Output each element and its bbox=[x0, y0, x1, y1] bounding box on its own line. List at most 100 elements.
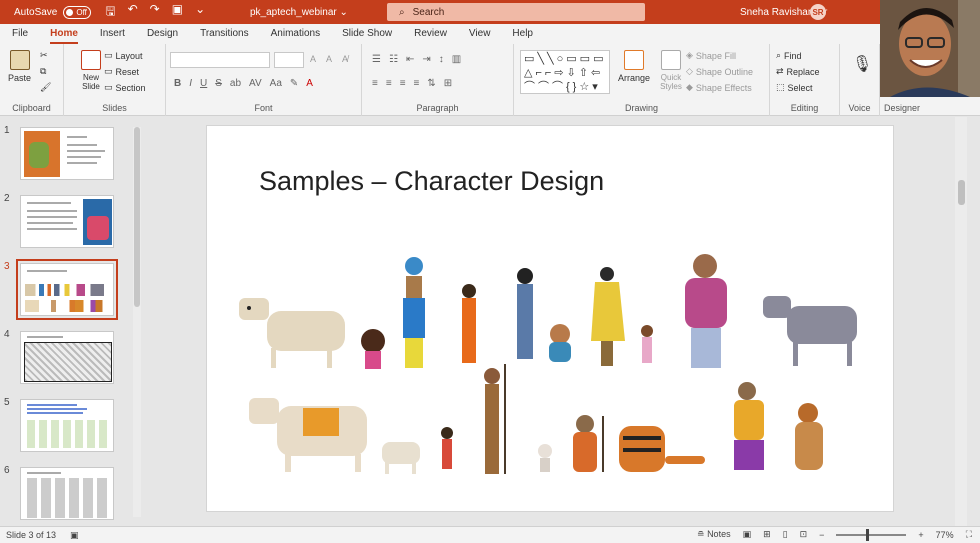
strikethrough-icon[interactable]: S bbox=[215, 78, 222, 89]
grow-font-icon[interactable]: A bbox=[310, 54, 316, 64]
spacing-icon[interactable]: AV bbox=[249, 78, 262, 89]
case-icon[interactable]: Aa bbox=[270, 78, 282, 89]
tab-file[interactable]: File bbox=[12, 24, 28, 44]
small-girl-illustration bbox=[441, 427, 453, 469]
copy-icon[interactable]: ⧉ bbox=[40, 66, 46, 77]
slide-thumbnail-4[interactable] bbox=[20, 331, 114, 384]
section-icon: ▭ bbox=[104, 82, 113, 92]
autosave-toggle[interactable]: Off bbox=[63, 5, 92, 19]
shape-fill-icon: ◈ bbox=[686, 50, 693, 60]
paste-button[interactable]: Paste bbox=[8, 50, 31, 83]
slideshow-view-icon[interactable]: ⊡ bbox=[800, 529, 808, 540]
editor-scroll-thumb[interactable] bbox=[958, 180, 965, 205]
accessibility-icon[interactable]: ▣ bbox=[70, 530, 79, 541]
ribbon-tabs: File Home Insert Design Transitions Anim… bbox=[0, 24, 980, 44]
undo-icon[interactable]: ↶ bbox=[128, 2, 138, 23]
bullets-icon[interactable]: ☰ bbox=[372, 54, 381, 65]
thumbnails-scrollbar[interactable] bbox=[133, 127, 141, 517]
select-icon: ⬚ bbox=[776, 82, 785, 92]
font-size-select[interactable] bbox=[274, 52, 304, 68]
tab-design[interactable]: Design bbox=[147, 24, 178, 44]
align-center-icon[interactable]: ≡ bbox=[386, 78, 392, 89]
slide-thumbnail-6[interactable] bbox=[20, 467, 114, 520]
bold-icon[interactable]: B bbox=[174, 78, 181, 89]
new-slide-button[interactable]: New Slide bbox=[74, 50, 108, 91]
quick-styles-button[interactable]: Quick Styles bbox=[654, 50, 688, 91]
clear-format-icon[interactable]: A̸ bbox=[342, 54, 348, 64]
zoom-level[interactable]: 77% bbox=[936, 530, 954, 540]
format-painter-icon[interactable]: 🖌 bbox=[40, 82, 51, 93]
font-color-icon[interactable]: A bbox=[306, 78, 313, 89]
user-avatar[interactable]: SR bbox=[810, 4, 826, 20]
notes-button[interactable]: ≘ Notes bbox=[697, 529, 731, 540]
numbering-icon[interactable]: ☷ bbox=[389, 54, 398, 65]
arrange-button[interactable]: Arrange bbox=[618, 50, 650, 83]
font-family-select[interactable] bbox=[170, 52, 270, 68]
tab-help[interactable]: Help bbox=[512, 24, 533, 44]
highlight-icon[interactable]: ✎ bbox=[290, 78, 298, 89]
select-button[interactable]: ⬚ Select bbox=[776, 82, 813, 93]
character-lineup-image[interactable] bbox=[207, 126, 895, 513]
reading-view-icon[interactable]: ▯ bbox=[783, 529, 788, 540]
slide-thumbnail-5[interactable] bbox=[20, 399, 114, 452]
reset-icon: ▭ bbox=[104, 66, 113, 76]
italic-icon[interactable]: I bbox=[189, 78, 192, 89]
slide-thumbnail-3[interactable] bbox=[16, 259, 118, 320]
slide-sorter-icon[interactable]: ⊞ bbox=[763, 529, 771, 540]
text-direction-icon[interactable]: ⇅ bbox=[427, 78, 435, 89]
search-box[interactable]: ⌕ Search bbox=[387, 3, 645, 21]
tab-insert[interactable]: Insert bbox=[100, 24, 125, 44]
line-spacing-icon[interactable]: ↕ bbox=[439, 54, 444, 65]
slide-thumbnail-2[interactable] bbox=[20, 195, 114, 248]
shadow-icon[interactable]: ab bbox=[230, 78, 241, 89]
tab-slide-show[interactable]: Slide Show bbox=[342, 24, 392, 44]
orange-saree-woman-illustration bbox=[462, 284, 476, 363]
justify-icon[interactable]: ≡ bbox=[414, 78, 420, 89]
align-left-icon[interactable]: ≡ bbox=[372, 78, 378, 89]
columns-icon[interactable]: ▥ bbox=[452, 54, 461, 65]
zoom-out-icon[interactable]: − bbox=[819, 530, 824, 540]
tab-animations[interactable]: Animations bbox=[271, 24, 320, 44]
autosave-control[interactable]: AutoSave Off bbox=[14, 5, 92, 19]
shrink-font-icon[interactable]: A bbox=[326, 54, 332, 64]
replace-button[interactable]: ⇄ Replace bbox=[776, 66, 820, 77]
align-right-icon[interactable]: ≡ bbox=[400, 78, 406, 89]
slide-thumbnail-1[interactable] bbox=[20, 127, 114, 180]
editing-group: ⌕ Find ⇄ Replace ⬚ Select Editing bbox=[770, 44, 840, 116]
zoom-in-icon[interactable]: + bbox=[918, 530, 923, 540]
tab-review[interactable]: Review bbox=[414, 24, 447, 44]
customize-toolbar-icon[interactable]: ⌄ bbox=[195, 2, 205, 23]
current-slide[interactable]: Samples – Character Design bbox=[206, 125, 894, 512]
section-button[interactable]: ▭ Section bbox=[104, 82, 146, 93]
shapes-gallery[interactable]: ▭╲╲○▭▭▭ △⌐⌐⇨⇩⇧⇦ ⌒⌒⌒{}☆▾ bbox=[520, 50, 610, 94]
shape-outline-button[interactable]: ◇ Shape Outline bbox=[686, 66, 753, 77]
search-icon: ⌕ bbox=[399, 6, 405, 18]
present-icon[interactable]: ▣ bbox=[172, 2, 183, 23]
shape-fill-button[interactable]: ◈ Shape Fill bbox=[686, 50, 736, 61]
tab-transitions[interactable]: Transitions bbox=[200, 24, 249, 44]
cut-icon[interactable]: ✂ bbox=[40, 50, 48, 61]
slide-number: 5 bbox=[4, 397, 10, 408]
slides-label: Slides bbox=[102, 103, 127, 113]
shape-effects-button[interactable]: ◆ Shape Effects bbox=[686, 82, 752, 93]
find-button[interactable]: ⌕ Find bbox=[776, 50, 802, 61]
smartart-icon[interactable]: ⊞ bbox=[444, 78, 452, 89]
normal-view-icon[interactable]: ▣ bbox=[743, 529, 752, 540]
save-icon[interactable]: 🖫 bbox=[105, 2, 115, 23]
thumbnails-scroll-thumb[interactable] bbox=[134, 127, 140, 307]
increase-indent-icon[interactable]: ⇥ bbox=[422, 54, 430, 65]
dictate-icon[interactable]: 🎙 bbox=[852, 54, 872, 74]
document-title[interactable]: pk_aptech_webinar ⌄ bbox=[250, 7, 348, 18]
zoom-slider[interactable] bbox=[836, 528, 907, 541]
reset-button[interactable]: ▭ Reset bbox=[104, 66, 139, 77]
big-man-illustration bbox=[685, 254, 727, 368]
decrease-indent-icon[interactable]: ⇤ bbox=[406, 54, 414, 65]
underline-icon[interactable]: U bbox=[200, 78, 207, 89]
tab-home[interactable]: Home bbox=[50, 24, 78, 44]
fit-slide-icon[interactable]: ⛶ bbox=[966, 529, 972, 540]
redo-icon[interactable]: ↷ bbox=[150, 2, 160, 23]
tab-view[interactable]: View bbox=[469, 24, 491, 44]
editor-scrollbar[interactable] bbox=[955, 117, 967, 526]
layout-button[interactable]: ▭ Layout bbox=[104, 50, 143, 61]
slide-counter: Slide 3 of 13 bbox=[6, 530, 57, 540]
